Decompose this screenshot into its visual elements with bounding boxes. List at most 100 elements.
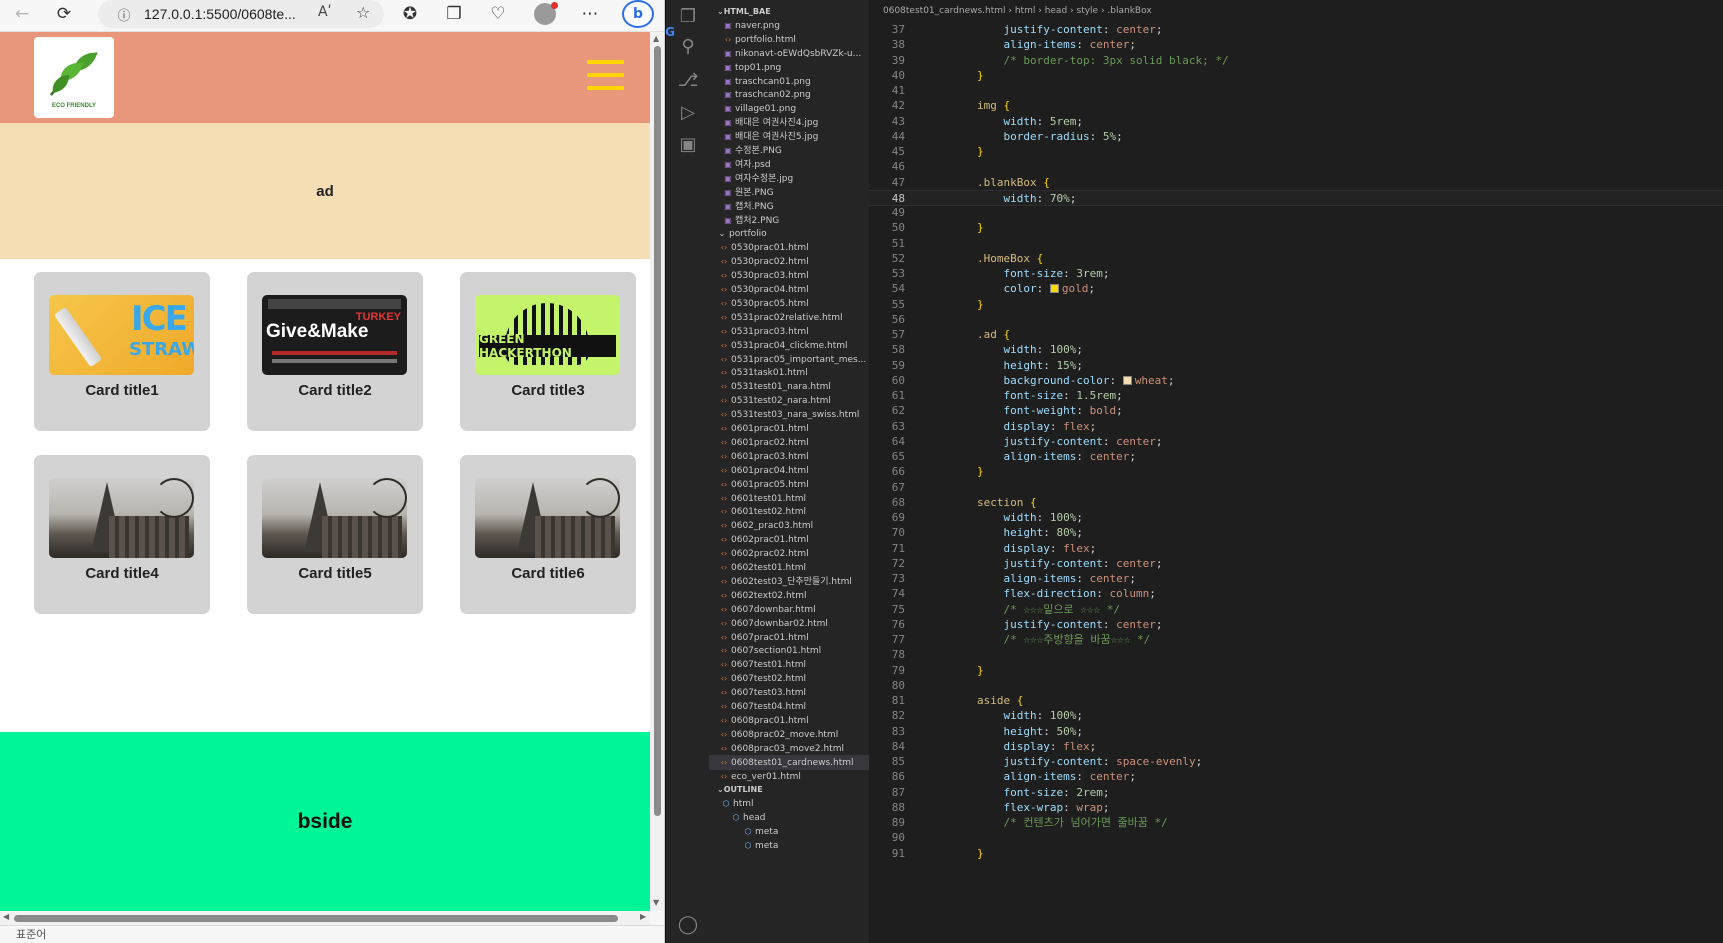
- code-line[interactable]: 68 section {: [869, 495, 1723, 512]
- explorer-file[interactable]: ‹› 0531prac02relative.html: [709, 310, 869, 325]
- card-2[interactable]: Give&Make TURKEY Card title2: [247, 272, 423, 431]
- explorer-file[interactable]: ‹› 0531prac03.html: [709, 324, 869, 339]
- extensions-icon[interactable]: ▣: [666, 128, 710, 160]
- explorer-file[interactable]: ‹› 0601prac01.html: [709, 421, 869, 436]
- card-1[interactable]: ICE STRAW Card title1: [34, 272, 210, 431]
- code-line[interactable]: 75 /* ☆☆☆밑으로 ☆☆☆ */: [869, 602, 1723, 619]
- explorer-section-header[interactable]: ⌄OUTLINE: [709, 782, 869, 797]
- explorer-file[interactable]: ‹› 0602prac01.html: [709, 532, 869, 547]
- scroll-left-icon[interactable]: ◀: [3, 912, 9, 921]
- horizontal-scrollbar[interactable]: ◀ ▶: [0, 911, 650, 925]
- explorer-file[interactable]: ▣ 수정본.PNG: [709, 143, 869, 158]
- color-swatch[interactable]: [1049, 284, 1059, 294]
- code-line[interactable]: 39 /* border-top: 3px solid black; */: [869, 53, 1723, 70]
- explorer-file[interactable]: ‹› 0608prac01.html: [709, 713, 869, 728]
- account-icon[interactable]: ◯: [666, 908, 710, 940]
- explorer-file[interactable]: ▣ 원본.PNG: [709, 185, 869, 200]
- code-line[interactable]: 87 font-size: 2rem;: [869, 785, 1723, 802]
- explorer-file[interactable]: ‹› 0607test02.html: [709, 671, 869, 686]
- explorer-file[interactable]: ‹› 0607downbar.html: [709, 602, 869, 617]
- source-control-icon[interactable]: ⎇: [666, 64, 710, 96]
- favorites-icon[interactable]: ✪: [394, 0, 426, 28]
- more-icon[interactable]: ⋯: [574, 0, 606, 28]
- reload-icon[interactable]: ⟳: [48, 0, 80, 28]
- code-line[interactable]: 74 flex-direction: column;: [869, 586, 1723, 603]
- code-line[interactable]: 91}: [869, 846, 1723, 863]
- address-url[interactable]: 127.0.0.1:5500/0608te...: [144, 6, 296, 22]
- info-icon[interactable]: ⓘ: [110, 5, 138, 24]
- explorer-file[interactable]: ‹› 0601prac04.html: [709, 463, 869, 478]
- explorer-file[interactable]: ‹› 0608prac03_move2.html: [709, 741, 869, 756]
- breadcrumb-item[interactable]: html: [1015, 6, 1036, 16]
- horizontal-scroll-thumb[interactable]: [14, 915, 618, 922]
- code-line[interactable]: 38 align-items: center;: [869, 37, 1723, 54]
- code-line[interactable]: 41: [869, 83, 1723, 100]
- collections-icon[interactable]: ❐: [438, 0, 470, 28]
- code-line[interactable]: 79}: [869, 663, 1723, 680]
- explorer-file[interactable]: ▣ naver.png: [709, 18, 869, 33]
- code-line[interactable]: 42 img {: [869, 98, 1723, 115]
- run-debug-icon[interactable]: ▷: [666, 96, 710, 128]
- code-line[interactable]: 58 width: 100%;: [869, 342, 1723, 359]
- explorer-file[interactable]: ‹› portfolio.html: [709, 32, 869, 47]
- explorer-file[interactable]: ▣ traschcan02.png: [709, 87, 869, 102]
- explorer-file[interactable]: ‹› 0607test01.html: [709, 657, 869, 672]
- explorer-file[interactable]: ▣ top01.png: [709, 60, 869, 75]
- explorer-file[interactable]: ‹› 0530prac04.html: [709, 282, 869, 297]
- read-aloud-icon[interactable]: Aʹ: [318, 4, 331, 20]
- breadcrumb-item[interactable]: style: [1077, 6, 1099, 16]
- explorer-file[interactable]: ‹› 0530prac03.html: [709, 268, 869, 283]
- scroll-right-icon[interactable]: ▶: [640, 912, 646, 921]
- explorer-file[interactable]: ‹› 0531prac04_clickme.html: [709, 338, 869, 353]
- code-line[interactable]: 70 height: 80%;: [869, 525, 1723, 542]
- code-line[interactable]: 45}: [869, 144, 1723, 161]
- code-line[interactable]: 47 .blankBox {: [869, 175, 1723, 192]
- explorer-file[interactable]: ⌄ portfolio: [709, 226, 869, 241]
- code-line[interactable]: 54 color: gold;: [869, 281, 1723, 298]
- card-5[interactable]: Card title5: [247, 455, 423, 614]
- explorer-file[interactable]: ‹› 0602test01.html: [709, 560, 869, 575]
- vertical-scroll-thumb[interactable]: [654, 46, 661, 816]
- code-line[interactable]: 83 height: 50%;: [869, 724, 1723, 741]
- code-line[interactable]: 71 display: flex;: [869, 541, 1723, 558]
- code-line[interactable]: 65 align-items: center;: [869, 449, 1723, 466]
- explorer-file[interactable]: ‹› 0607downbar02.html: [709, 616, 869, 631]
- extensions-icon[interactable]: ♡: [482, 0, 514, 28]
- explorer-file[interactable]: ‹› 0530prac05.html: [709, 296, 869, 311]
- code-line[interactable]: 52 .HomeBox {: [869, 251, 1723, 268]
- explorer-file[interactable]: ‹› 0608test01_cardnews.html: [709, 754, 869, 770]
- breadcrumb-item[interactable]: 0608test01_cardnews.html: [883, 6, 1006, 16]
- code-line[interactable]: 37 justify-content: center;: [869, 22, 1723, 39]
- scroll-down-icon[interactable]: ▼: [653, 898, 659, 907]
- code-line[interactable]: 43 width: 5rem;: [869, 114, 1723, 131]
- code-line[interactable]: 72 justify-content: center;: [869, 556, 1723, 573]
- code-line[interactable]: 57 .ad {: [869, 327, 1723, 344]
- explorer-file[interactable]: ‹› 0531task01.html: [709, 365, 869, 380]
- code-line[interactable]: 86 align-items: center;: [869, 769, 1723, 786]
- vertical-scrollbar[interactable]: ▲ ▼: [650, 32, 664, 911]
- explorer-file[interactable]: ▣ 캡처2.PNG: [709, 213, 869, 228]
- explorer-file[interactable]: ▣ village01.png: [709, 101, 869, 116]
- explorer-file[interactable]: ‹› 0531test02_nara.html: [709, 393, 869, 408]
- back-arrow-icon[interactable]: ←: [6, 0, 38, 28]
- explorer-file[interactable]: ‹› 0608prac02_move.html: [709, 727, 869, 742]
- code-line[interactable]: 53 font-size: 3rem;: [869, 266, 1723, 283]
- search-icon[interactable]: ⚲: [666, 30, 710, 62]
- code-line[interactable]: 46: [869, 159, 1723, 176]
- explorer-file[interactable]: ‹› 0602text02.html: [709, 588, 869, 603]
- code-line[interactable]: 59 height: 15%;: [869, 358, 1723, 375]
- explorer-file[interactable]: ‹› 0601prac05.html: [709, 477, 869, 492]
- explorer-section-header[interactable]: ⌄HTML_BAE: [709, 4, 869, 19]
- explorer-file[interactable]: ‹› 0601test02.html: [709, 504, 869, 519]
- explorer-file[interactable]: ▣ 여자.psd: [709, 157, 869, 172]
- hamburger-menu-icon[interactable]: [587, 60, 624, 90]
- explorer-file[interactable]: ‹› 0607test03.html: [709, 685, 869, 700]
- code-line[interactable]: 63 display: flex;: [869, 419, 1723, 436]
- card-4[interactable]: Card title4: [34, 455, 210, 614]
- code-line[interactable]: 60 background-color: wheat;: [869, 373, 1723, 390]
- code-line[interactable]: 50}: [869, 220, 1723, 237]
- explorer-file[interactable]: ⬡ meta: [709, 838, 869, 853]
- code-line[interactable]: 55}: [869, 297, 1723, 314]
- scroll-up-icon[interactable]: ▲: [653, 34, 659, 43]
- card-3[interactable]: GREEN HACKERTHON Card title3: [460, 272, 636, 431]
